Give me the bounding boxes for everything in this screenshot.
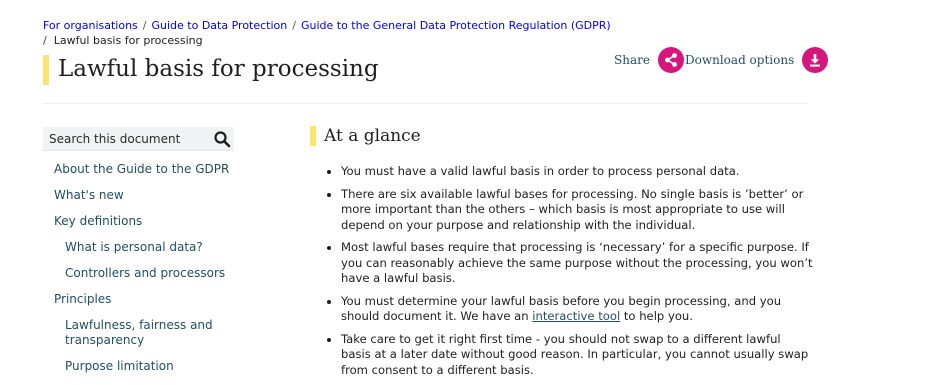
download-options-button[interactable]: Download options [685,47,829,73]
sidebar-item-key-definitions[interactable]: Key definitions [43,214,243,229]
breadcrumb-separator: / [142,19,147,32]
download-icon [802,47,829,73]
document-search [43,127,234,151]
breadcrumb-link-for-organisations[interactable]: For organisations [43,19,138,32]
list-item: You must determine your lawful basis bef… [324,294,814,325]
sidebar-item-about-the-guide[interactable]: About the Guide to the GDPR [43,162,243,177]
breadcrumb-link-guide-to-data-protection[interactable]: Guide to Data Protection [152,19,288,32]
list-item: Most lawful bases require that processin… [324,240,814,287]
at-a-glance-list: You must have a valid lawful basis in or… [324,164,814,385]
search-input[interactable] [49,131,209,146]
sidebar-item-purpose-limitation[interactable]: Purpose limitation [43,359,243,374]
section-accent-bar [310,126,316,146]
sidebar-item-controllers-and-processors[interactable]: Controllers and processors [43,266,243,281]
section-title-at-a-glance: At a glance [324,126,421,146]
list-item: Take care to get it right first time - y… [324,332,814,379]
breadcrumb-separator: / [43,34,47,47]
sidebar-item-whats-new[interactable]: What's new [43,188,243,203]
sidebar-item-lawfulness-fairness-transparency[interactable]: Lawfulness, fairness and transparency [43,318,215,348]
share-icon [657,47,684,73]
breadcrumb: For organisations / Guide to Data Protecti… [43,18,611,48]
page-title: Lawful basis for processing [58,56,379,82]
list-item: You must have a valid lawful basis in or… [324,164,814,180]
share-button[interactable]: Share [614,47,684,73]
title-accent-bar [43,55,49,85]
sidebar-item-principles[interactable]: Principles [43,292,243,307]
share-label: Share [614,53,650,67]
list-item: There are six available lawful bases for… [324,187,814,234]
breadcrumb-current: Lawful basis for processing [53,34,203,47]
breadcrumb-link-guide-to-gdpr[interactable]: Guide to the General Data Protection Reg… [301,19,611,32]
sidebar-item-what-is-personal-data[interactable]: What is personal data? [43,240,243,255]
header-divider [43,103,808,104]
search-icon[interactable] [213,130,231,148]
breadcrumb-separator: / [292,19,296,32]
document-sidebar-nav: About the Guide to the GDPR What's new K… [43,162,243,374]
interactive-tool-link[interactable]: interactive tool [532,309,620,323]
download-options-label: Download options [685,53,795,67]
list-item-text: to help you. [620,309,693,323]
